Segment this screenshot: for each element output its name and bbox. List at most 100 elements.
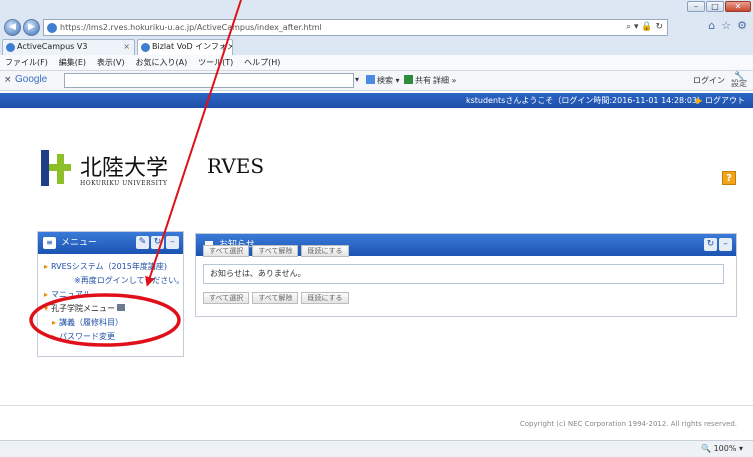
mark-read-button-bottom[interactable]: 既読にする: [301, 292, 349, 304]
deselect-all-button-bottom[interactable]: すべて解除: [252, 292, 299, 304]
menu-item-label: 講義（履修科目）: [59, 318, 124, 327]
collapse-toggle-icon[interactable]: [117, 304, 126, 311]
system-name: RVES: [207, 154, 265, 178]
page-header-strip: kstudentsさんようこそ（ログイン時間:2016-11-01 14:28:…: [0, 93, 753, 108]
share-button[interactable]: 共有: [404, 75, 431, 86]
notice-top-buttons-row: すべて選択 すべて解除 既読にする: [203, 245, 349, 257]
url-text: https://lms2.rves.hokuriku-u.ac.jp/Activ…: [60, 23, 322, 32]
google-logo: Google: [15, 74, 48, 85]
menu-portlet: ≡ メニュー ✎ ↻ – ▸ RVESシステム（2015年度講座) ※再度ログイン…: [37, 231, 184, 357]
portlet-controls: ↻ –: [704, 238, 732, 251]
copyright-text: Copyright (c) NEC Corporation 1994-2012.…: [519, 420, 737, 428]
tab-label: Bizlat VoD インフォメー...: [152, 42, 232, 51]
arrow-right-icon: ▶: [696, 96, 703, 105]
logo-bar: [41, 150, 49, 186]
notice-message-box: お知らせは、ありません。: [203, 264, 724, 284]
tab-bizlat[interactable]: Bizlat VoD インフォメー...: [137, 39, 233, 55]
menu-file[interactable]: ファイル(F): [5, 55, 48, 70]
google-search-input[interactable]: [64, 73, 354, 88]
menu-portlet-title: メニュー: [61, 238, 98, 248]
university-name-en: HOKURIKU UNIVERSITY: [80, 180, 168, 187]
back-button[interactable]: ◀: [4, 19, 21, 36]
minimize-icon[interactable]: –: [166, 236, 179, 249]
maximize-button[interactable]: □: [706, 1, 724, 12]
minimize-button[interactable]: –: [687, 1, 705, 12]
menu-help[interactable]: ヘルプ(H): [244, 55, 280, 70]
tab-favicon-icon: [6, 43, 15, 52]
home-icon[interactable]: ⌂: [708, 19, 715, 32]
menu-item-label: RVESシステム（2015年度講座): [51, 262, 167, 271]
settings-label: 設定: [731, 79, 747, 88]
menu-item-password-change[interactable]: ▸ パスワード変更: [44, 330, 179, 344]
google-login-link[interactable]: ログイン: [693, 75, 725, 86]
notice-bottom-buttons-row: すべて選択 すべて解除 既読にする: [203, 292, 349, 304]
menu-favorites[interactable]: お気に入り(A): [135, 55, 187, 70]
wrench-icon[interactable]: ✎: [136, 236, 149, 249]
settings-wrench-icon[interactable]: 🔧 設定: [731, 72, 747, 88]
tab-favicon-icon: [141, 43, 150, 52]
search-label: 検索: [377, 76, 393, 85]
address-row: ◀ ▶ https://lms2.rves.hokuriku-u.ac.jp/A…: [0, 16, 753, 38]
tab-row: ActiveCampus V3 × Bizlat VoD インフォメー...: [0, 38, 753, 55]
menu-item-label: パスワード変更: [59, 332, 116, 341]
menu-tools[interactable]: ツール(T): [198, 55, 233, 70]
browser-menubar: ファイル(F) 編集(E) 表示(V) お気に入り(A) ツール(T) ヘルプ(…: [0, 55, 753, 71]
tab-label: ActiveCampus V3: [17, 42, 88, 51]
refresh-icon[interactable]: ↻: [151, 236, 164, 249]
close-window-button[interactable]: ✕: [725, 1, 751, 12]
tab-close-icon[interactable]: ×: [123, 40, 130, 54]
address-bar[interactable]: https://lms2.rves.hokuriku-u.ac.jp/Activ…: [43, 19, 668, 36]
bullet-icon: ▾: [44, 304, 49, 313]
google-search-button[interactable]: 検索 ▾: [366, 75, 400, 86]
google-toolbar: × Google ▾ 検索 ▾ 共有 詳細 » ログイン 🔧 設定: [0, 71, 753, 91]
logout-label: ログアウト: [705, 96, 745, 105]
refresh-icon[interactable]: ↻: [704, 238, 717, 251]
university-name: 北陸大学: [80, 156, 169, 181]
search-dropdown-icon[interactable]: ▾: [355, 75, 359, 84]
welcome-text: kstudentsさんようこそ（ログイン時間:2016-11-01 14:28:…: [465, 96, 705, 105]
share-icon: [404, 75, 413, 84]
footer-divider: [0, 405, 753, 406]
menu-item-lectures[interactable]: ▸ 講義（履修科目）: [44, 316, 179, 330]
select-all-button[interactable]: すべて選択: [203, 245, 250, 257]
search-lock-refresh-icon[interactable]: ⌕ ▾ 🔒 ↻: [626, 22, 663, 32]
menu-view[interactable]: 表示(V): [97, 55, 125, 70]
zoom-control[interactable]: 🔍 100% ▾: [701, 444, 743, 453]
zoom-level: 100%: [713, 444, 737, 453]
favorites-star-icon[interactable]: ☆: [721, 19, 731, 32]
menu-portlet-header: ≡ メニュー ✎ ↻ –: [38, 232, 183, 254]
bullet-icon: ▸: [52, 318, 57, 327]
portlet-controls: ✎ ↻ –: [136, 236, 179, 249]
browser-statusbar: 🔍 100% ▾: [0, 440, 753, 457]
deselect-all-button[interactable]: すべて解除: [252, 245, 299, 257]
more-button[interactable]: 詳細 »: [433, 75, 456, 86]
minimize-icon[interactable]: –: [719, 238, 732, 251]
window-controls: – □ ✕: [687, 1, 751, 12]
menu-list: ▸ RVESシステム（2015年度講座) ※再度ログインしてください。 ▸ マニュア…: [44, 260, 185, 344]
menu-item-relogin-note: ※再度ログインしてください。: [74, 276, 185, 285]
browser-toolbar-icons: ⌂ ☆ ⚙: [708, 19, 747, 32]
menu-item-label: 孔子学院メニュー: [51, 304, 116, 313]
toolbar-close-icon[interactable]: ×: [4, 75, 12, 85]
menu-item-label: マニュアル: [51, 290, 91, 299]
tab-activecampus[interactable]: ActiveCampus V3 ×: [2, 39, 135, 55]
bullet-icon: ▸: [44, 262, 49, 271]
logo-cross-v: [57, 154, 64, 184]
share-label: 共有: [415, 76, 431, 85]
window-titlebar: – □ ✕: [0, 0, 753, 16]
page-favicon-icon: [47, 23, 57, 33]
select-all-button-bottom[interactable]: すべて選択: [203, 292, 250, 304]
menu-item-rves-system[interactable]: ▸ RVESシステム（2015年度講座): [44, 260, 179, 274]
help-button[interactable]: ?: [722, 171, 736, 185]
gear-icon[interactable]: ⚙: [737, 19, 747, 32]
bullet-icon: ▸: [44, 290, 49, 299]
bullet-icon: ▸: [52, 332, 57, 341]
menu-edit[interactable]: 編集(E): [59, 55, 86, 70]
menu-icon: ≡: [43, 237, 56, 249]
mark-read-button[interactable]: 既読にする: [301, 245, 349, 257]
menu-item-manual[interactable]: ▸ マニュアル: [44, 288, 179, 302]
menu-category-confucius[interactable]: ▾ 孔子学院メニュー: [44, 302, 179, 316]
search-icon: [366, 75, 375, 84]
forward-button[interactable]: ▶: [23, 19, 40, 36]
logout-link[interactable]: ▶ ログアウト: [696, 93, 745, 108]
